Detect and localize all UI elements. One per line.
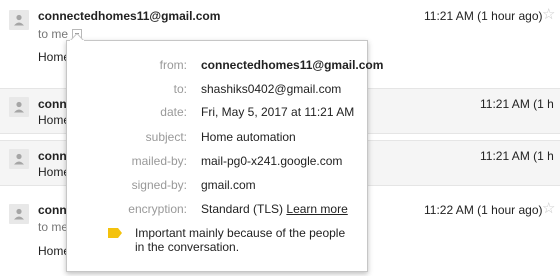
message-time: 11:21 AM (1 hour ago) (424, 9, 543, 23)
to-value: shashiks0402@gmail.com (201, 82, 342, 96)
from-label: from: (159, 58, 187, 72)
message-time: 11:22 AM (1 hour ago) (424, 203, 543, 217)
popup-caret (70, 33, 84, 41)
avatar-icon (9, 204, 29, 224)
date-value: Fri, May 5, 2017 at 11:21 AM (201, 105, 355, 119)
importance-reason: Important mainly because of the people i… (135, 226, 346, 254)
importance-marker-icon (108, 228, 122, 238)
star-icon[interactable]: ☆ (542, 7, 555, 22)
encryption-label: encryption: (128, 202, 187, 216)
encryption-value: Standard (TLS) Learn more (201, 202, 348, 216)
subject-label: subject: (145, 130, 187, 144)
encryption-text: Standard (TLS) (201, 202, 284, 216)
avatar-icon (9, 149, 29, 169)
subject-value: Home automation (201, 130, 296, 144)
sender-name[interactable]: connectedhomes11@gmail.com (38, 9, 220, 23)
signed-by-value: gmail.com (201, 178, 256, 192)
star-icon[interactable]: ☆ (542, 201, 555, 216)
mailed-by-value: mail-pg0-x241.google.com (201, 154, 343, 168)
date-label: date: (160, 105, 187, 119)
to-label: to: (173, 82, 187, 96)
message-time: 11:21 AM (1 h (480, 97, 554, 111)
learn-more-link[interactable]: Learn more (286, 202, 347, 216)
signed-by-label: signed-by: (131, 178, 187, 192)
avatar-icon (9, 97, 29, 117)
mailed-by-label: mailed-by: (131, 154, 187, 168)
from-value: connectedhomes11@gmail.com (201, 58, 384, 72)
message-time: 11:21 AM (1 h (480, 149, 554, 163)
to-me-label: to me (38, 220, 69, 234)
message-details-popup: from: connectedhomes11@gmail.com to: sha… (66, 40, 383, 272)
to-me-label: to me (38, 27, 69, 41)
avatar-icon (9, 10, 29, 30)
